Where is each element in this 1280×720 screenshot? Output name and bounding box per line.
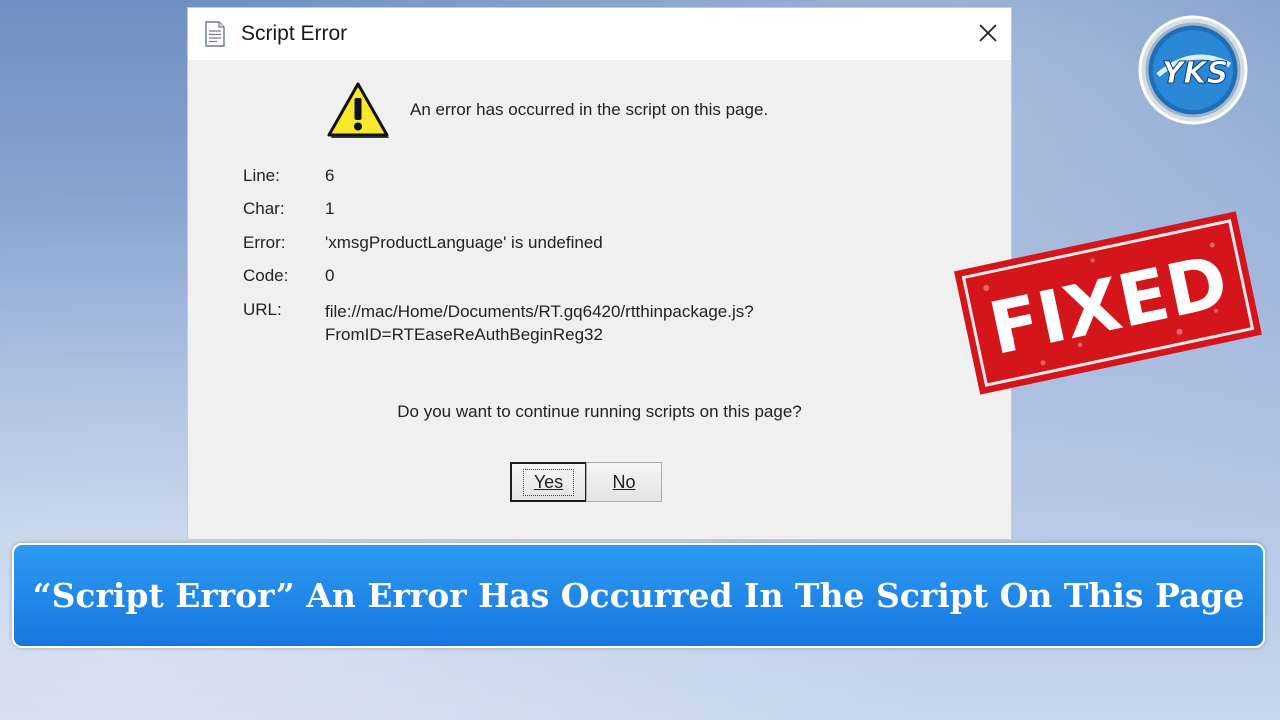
dialog-title: Script Error xyxy=(241,22,348,45)
continue-question: Do you want to continue running scripts … xyxy=(397,402,802,421)
banner-text: “Script Error” An Error Has Occurred In … xyxy=(32,576,1245,615)
yks-logo-icon: YKS xyxy=(1138,15,1248,125)
line-label: Line: xyxy=(243,166,280,185)
yes-button[interactable]: Yes xyxy=(510,462,587,502)
code-label: Code: xyxy=(243,266,289,285)
url-value-line1: file://mac/Home/Documents/RT.gq6420/rtth… xyxy=(325,302,754,321)
dialog-titlebar: Script Error xyxy=(188,8,1011,60)
close-button[interactable] xyxy=(971,16,1005,50)
title-banner: “Script Error” An Error Has Occurred In … xyxy=(12,543,1265,648)
line-value: 6 xyxy=(325,166,335,185)
yes-button-label: Yes xyxy=(522,468,575,496)
no-button[interactable]: No xyxy=(586,462,662,502)
close-icon xyxy=(979,24,997,42)
url-value: file://mac/Home/Documents/RT.gq6420/rtth… xyxy=(325,300,754,346)
char-label: Char: xyxy=(243,199,285,218)
warning-icon xyxy=(327,82,389,138)
logo-text: YKS xyxy=(1162,56,1229,91)
error-label: Error: xyxy=(243,233,286,252)
url-value-line2: FromID=RTEaseReAuthBeginReg32 xyxy=(325,325,603,344)
document-icon xyxy=(205,21,225,47)
url-label: URL: xyxy=(243,300,282,319)
no-button-label: No xyxy=(612,471,636,492)
script-error-dialog: Script Error An error has occurred in th… xyxy=(187,7,1012,540)
char-value: 1 xyxy=(325,199,335,218)
error-message: An error has occurred in the script on t… xyxy=(410,100,769,119)
code-value: 0 xyxy=(325,266,335,285)
error-value: 'xmsgProductLanguage' is undefined xyxy=(325,233,603,252)
